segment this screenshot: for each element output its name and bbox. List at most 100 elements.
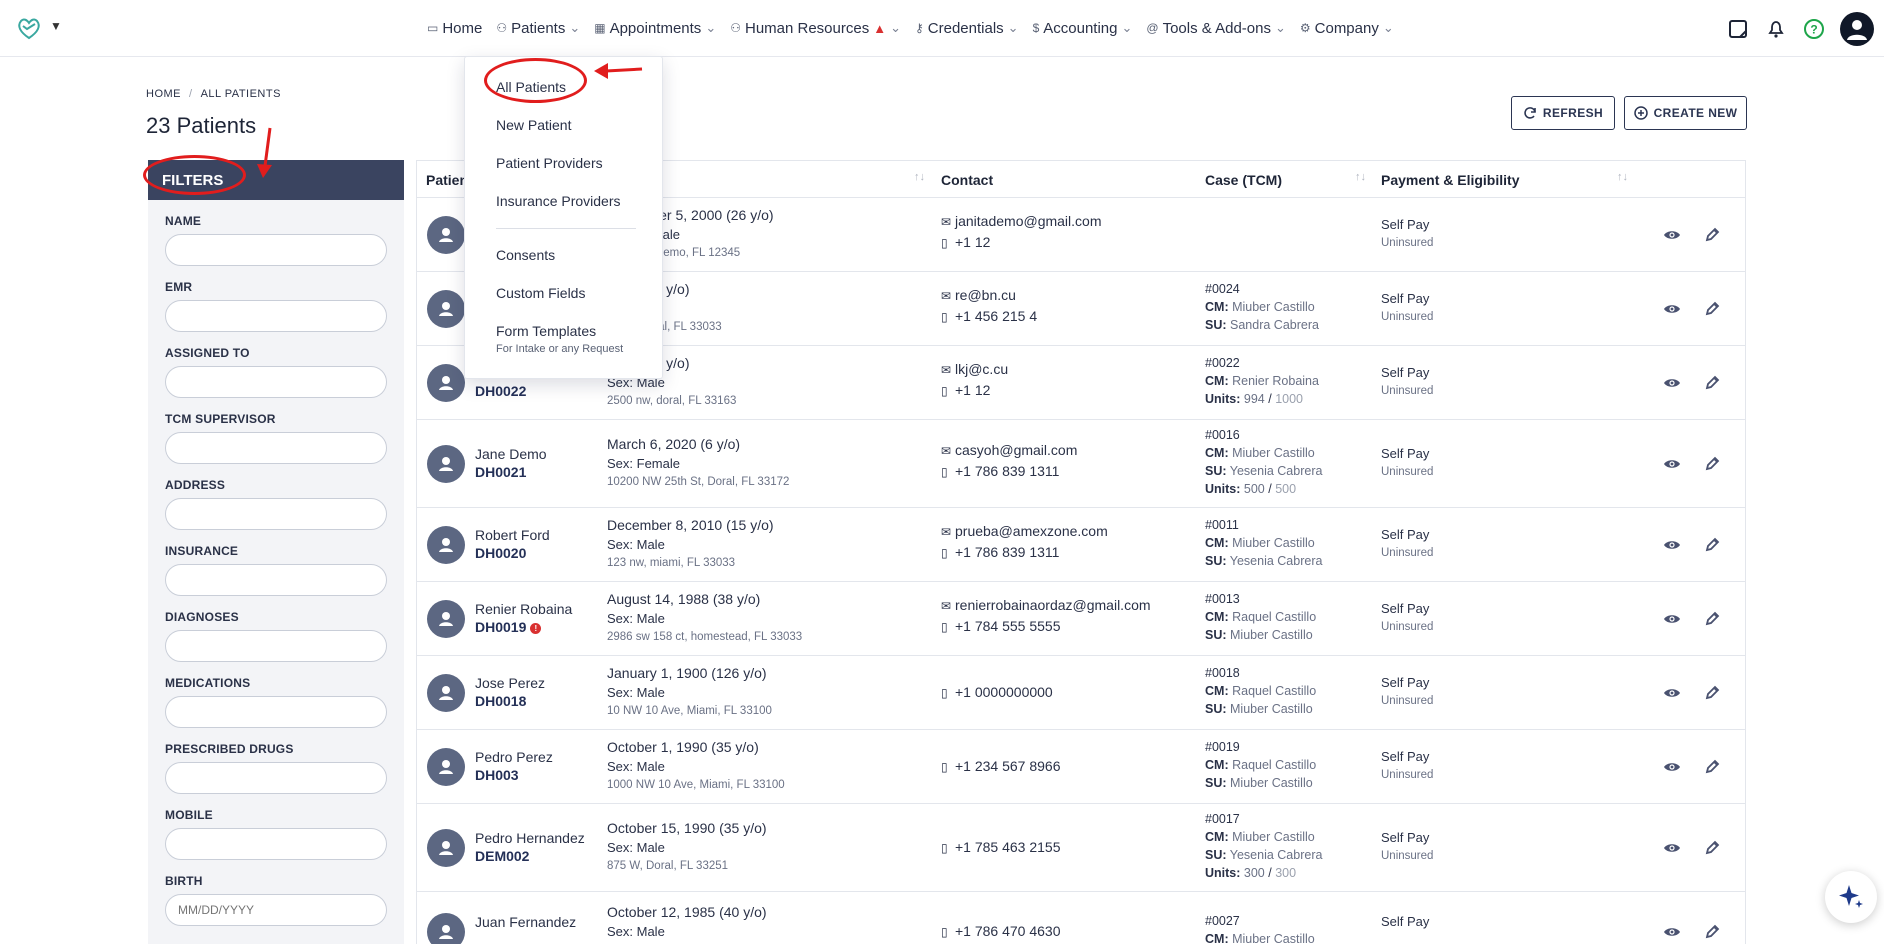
contact-email[interactable]: ✉ casyoh@gmail.com (941, 442, 1077, 458)
view-icon[interactable] (1662, 535, 1682, 555)
patient-name[interactable]: Jane Demo (475, 446, 547, 462)
patient-id[interactable]: DH0019! (475, 619, 542, 635)
view-icon[interactable] (1662, 838, 1682, 858)
edit-icon[interactable] (1702, 225, 1722, 245)
contact-phone[interactable]: ▯ +1 12 (941, 382, 990, 398)
notes-icon[interactable] (1726, 17, 1750, 41)
menu-item-custom-fields[interactable]: Custom Fields (496, 285, 585, 301)
filter-input-insurance[interactable] (165, 564, 387, 596)
patient-id[interactable]: DH0021 (475, 464, 526, 480)
view-icon[interactable] (1662, 922, 1682, 942)
contact-email[interactable]: ✉ lkj@c.cu (941, 361, 1008, 377)
filter-input-name[interactable] (165, 234, 387, 266)
breadcrumb-home[interactable]: HOME (146, 88, 181, 100)
case-number[interactable]: #0022 (1205, 356, 1240, 370)
ai-assistant-button[interactable] (1825, 871, 1877, 923)
view-icon[interactable] (1662, 225, 1682, 245)
contact-email[interactable]: ✉ renierrobainaordaz@gmail.com (941, 597, 1151, 613)
view-icon[interactable] (1662, 299, 1682, 319)
edit-icon[interactable] (1702, 683, 1722, 703)
edit-icon[interactable] (1702, 838, 1722, 858)
case-number[interactable]: #0018 (1205, 666, 1240, 680)
patient-id[interactable]: DEM002 (475, 848, 529, 864)
contact-phone[interactable]: ▯ +1 0000000000 (941, 684, 1053, 700)
contact-phone[interactable]: ▯ +1 786 839 1311 (941, 544, 1059, 560)
patient-name[interactable]: Juan Fernandez (475, 914, 576, 930)
menu-item-form-templates[interactable]: Form Templates (496, 323, 596, 339)
menu-item-insurance-providers[interactable]: Insurance Providers (496, 193, 621, 209)
filter-input-mobile[interactable] (165, 828, 387, 860)
edit-icon[interactable] (1702, 373, 1722, 393)
filter-input-address[interactable] (165, 498, 387, 530)
contact-phone[interactable]: ▯ +1 786 470 4630 (941, 923, 1061, 939)
header-contact[interactable]: Contact (941, 172, 993, 188)
header-case[interactable]: Case (TCM) (1205, 172, 1282, 188)
app-logo-icon[interactable] (14, 14, 44, 42)
edit-icon[interactable] (1702, 609, 1722, 629)
patient-name[interactable]: Pedro Perez (475, 749, 553, 765)
nav-item-human-resources[interactable]: ⚇ Human Resources ▲ ⌄ (723, 20, 908, 37)
filter-input-tcm-supervisor[interactable] (165, 432, 387, 464)
bell-icon[interactable] (1764, 17, 1788, 41)
patient-id[interactable]: DH0018 (475, 693, 526, 709)
nav-item-appointments[interactable]: ▦ Appointments ⌄ (587, 20, 723, 37)
patient-id[interactable]: DH0022 (475, 383, 526, 399)
filter-input-birth[interactable] (165, 894, 387, 926)
filter-input-prescribed-drugs[interactable] (165, 762, 387, 794)
filter-input-diagnoses[interactable] (165, 630, 387, 662)
nav-item-tools-add-ons[interactable]: @ Tools & Add-ons ⌄ (1139, 20, 1293, 37)
contact-phone[interactable]: ▯ +1 784 555 5555 (941, 618, 1061, 634)
help-icon[interactable]: ? (1802, 17, 1826, 41)
case-number[interactable]: #0024 (1205, 282, 1240, 296)
contact-email[interactable]: ✉ re@bn.cu (941, 287, 1016, 303)
case-number[interactable]: #0017 (1205, 812, 1240, 826)
edit-icon[interactable] (1702, 454, 1722, 474)
patient-id[interactable]: DH0020 (475, 545, 526, 561)
patient-id[interactable]: DH003 (475, 767, 519, 783)
view-icon[interactable] (1662, 454, 1682, 474)
case-number[interactable]: #0011 (1205, 518, 1239, 532)
contact-email[interactable]: ✉ prueba@amexzone.com (941, 523, 1108, 539)
contact-phone[interactable]: ▯ +1 234 567 8966 (941, 758, 1061, 774)
view-icon[interactable] (1662, 757, 1682, 777)
sort-icon[interactable]: ↑↓ (1355, 171, 1366, 183)
case-number[interactable]: #0019 (1205, 740, 1240, 754)
create-new-button[interactable]: CREATE NEW (1624, 96, 1747, 130)
filter-input-assigned-to[interactable] (165, 366, 387, 398)
case-number[interactable]: #0013 (1205, 592, 1240, 606)
menu-item-new-patient[interactable]: New Patient (496, 117, 571, 133)
contact-phone[interactable]: ▯ +1 456 215 4 (941, 308, 1037, 324)
menu-item-patient-providers[interactable]: Patient Providers (496, 155, 603, 171)
menu-item-consents[interactable]: Consents (496, 247, 555, 263)
patient-name[interactable]: Jose Perez (475, 675, 545, 691)
patient-name[interactable]: Renier Robaina (475, 601, 572, 617)
contact-phone[interactable]: ▯ +1 785 463 2155 (941, 839, 1061, 855)
nav-item-credentials[interactable]: ⚷ Credentials ⌄ (908, 20, 1026, 37)
case-number[interactable]: #0016 (1205, 428, 1240, 442)
patient-name[interactable]: Pedro Hernandez (475, 830, 585, 846)
header-payment[interactable]: Payment & Eligibility (1381, 172, 1519, 188)
edit-icon[interactable] (1702, 299, 1722, 319)
view-icon[interactable] (1662, 683, 1682, 703)
nav-item-company[interactable]: ⚙ Company ⌄ (1293, 20, 1401, 37)
nav-item-accounting[interactable]: $ Accounting ⌄ (1026, 20, 1140, 37)
edit-icon[interactable] (1702, 922, 1722, 942)
filter-input-emr[interactable] (165, 300, 387, 332)
case-number[interactable]: #0027 (1205, 914, 1240, 928)
nav-item-home[interactable]: ▭ Home (420, 20, 489, 37)
contact-email[interactable]: ✉ janitademo@gmail.com (941, 213, 1102, 229)
edit-icon[interactable] (1702, 757, 1722, 777)
view-icon[interactable] (1662, 609, 1682, 629)
patient-name[interactable]: Robert Ford (475, 527, 550, 543)
user-avatar[interactable] (1840, 12, 1874, 46)
edit-icon[interactable] (1702, 535, 1722, 555)
refresh-button[interactable]: REFRESH (1511, 96, 1615, 130)
logo-chevron-down-icon[interactable]: ▼ (50, 19, 62, 33)
nav-item-patients[interactable]: ⚇ Patients ⌄ (489, 20, 587, 37)
view-icon[interactable] (1662, 373, 1682, 393)
filter-input-medications[interactable] (165, 696, 387, 728)
sort-icon[interactable]: ↑↓ (914, 171, 925, 183)
contact-phone[interactable]: ▯ +1 12 (941, 234, 990, 250)
contact-phone[interactable]: ▯ +1 786 839 1311 (941, 463, 1059, 479)
sort-icon[interactable]: ↑↓ (1617, 171, 1628, 183)
